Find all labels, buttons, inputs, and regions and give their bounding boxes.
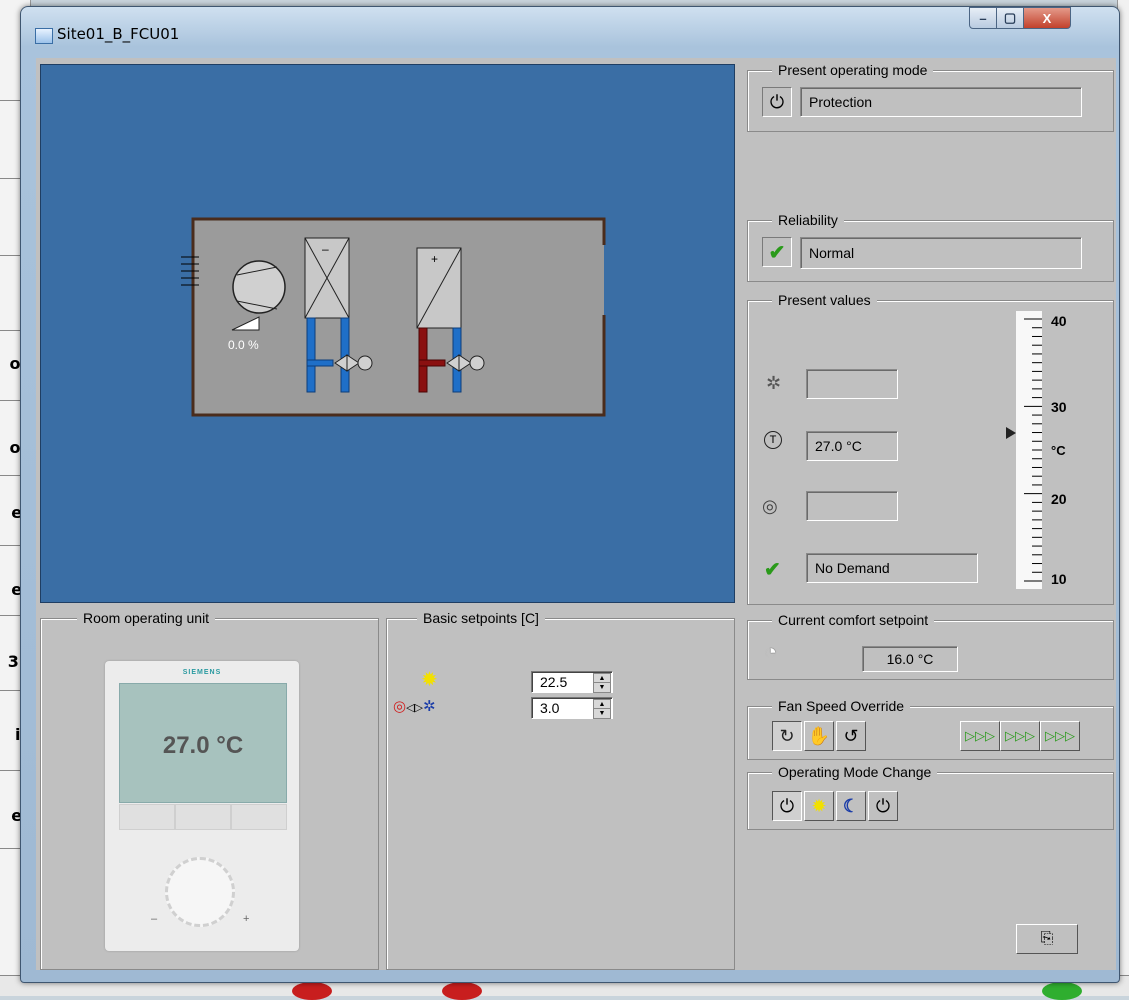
sun-icon: ✹ <box>421 669 438 691</box>
power-icon: ⏻ <box>875 795 891 816</box>
heating-icon: ◎ <box>393 698 407 715</box>
device-button-right[interactable] <box>231 804 287 830</box>
device-minus-label: – <box>151 913 158 925</box>
scale-unit-label: °C <box>1051 443 1066 458</box>
fan-toggle-button[interactable]: ↺ <box>836 721 866 751</box>
reliability-value: Normal <box>800 237 1082 269</box>
thermometer-icon: T <box>764 431 782 449</box>
power-icon: ⏻ <box>762 87 792 117</box>
deadband-input[interactable]: 3.0 ▲ ▼ <box>531 697 613 719</box>
scale-label-40: 40 <box>1051 313 1067 329</box>
comfort-setpoint-group: Current comfort setpoint ◔ 16.0 °C <box>747 612 1114 680</box>
device-plus-label: + <box>243 913 250 925</box>
fan-speed-icon: ▷▷▷ <box>1005 728 1035 743</box>
arrows-icon: ◁▷ <box>406 702 424 714</box>
operating-mode-value: Protection <box>800 87 1082 117</box>
dialog-client-area: 0.0 % – + Present operating mode ⏻ Prote… <box>36 58 1116 970</box>
room-unit-group: Room operating unit SIEMENS 27.0 °C – + <box>40 610 379 970</box>
scale-label-20: 20 <box>1051 491 1067 507</box>
close-button[interactable]: X <box>1023 7 1071 29</box>
spin-down-button[interactable]: ▼ <box>593 682 611 693</box>
device-display-temperature: 27.0 °C <box>162 732 244 759</box>
fcu-diagram: 0.0 % – + <box>181 217 606 417</box>
fan-auto-button[interactable]: ↻ <box>772 721 802 751</box>
mode-comfort-button[interactable]: ✹ <box>804 791 834 821</box>
present-values-group: Present values ✲ T 27.0 °C ◎ ✔ No Demand… <box>747 292 1114 605</box>
reliability-title: Reliability <box>772 212 844 228</box>
device-dial[interactable] <box>165 857 235 927</box>
comfort-setpoint-icon: ◔ <box>764 639 778 664</box>
spin-down-button[interactable]: ▼ <box>593 708 611 719</box>
exit-door-icon: ⎘ <box>1040 930 1054 947</box>
comfort-setpoint-value: 16.0 °C <box>862 646 958 672</box>
device-button-left[interactable] <box>119 804 175 830</box>
mode-change-title: Operating Mode Change <box>772 764 938 780</box>
device-button-middle[interactable] <box>175 804 231 830</box>
status-dot-red <box>442 982 482 1000</box>
fan-output-label: 0.0 % <box>228 338 259 352</box>
heating-coil-sign: + <box>431 252 438 266</box>
comfort-setpoint-title: Current comfort setpoint <box>772 612 935 628</box>
temperature-scale <box>1016 311 1042 589</box>
cooling-coil: – <box>304 237 350 319</box>
window-app-icon <box>35 28 53 44</box>
maximize-button[interactable]: ▢ <box>996 7 1024 29</box>
fcu-diagram-panel: 0.0 % – + <box>40 64 735 603</box>
room-unit-title: Room operating unit <box>77 610 216 626</box>
scale-indicator-icon <box>1006 426 1016 439</box>
status-dot-green <box>1042 982 1082 1000</box>
cooling-icon: ✲ <box>766 373 782 393</box>
fan-speed-icon: ▷▷▷ <box>965 728 995 743</box>
setpoints-title: Basic setpoints [C] <box>417 610 545 626</box>
deadband-icons: ◎◁▷✲ <box>393 697 436 715</box>
mode-change-group: Operating Mode Change ⏻ ✹ ☾ ⏻ <box>747 764 1114 830</box>
sun-icon: ✹ <box>811 795 827 816</box>
checkmark-icon: ✔ <box>762 237 792 267</box>
window-title: Site01_B_FCU01 <box>57 25 180 43</box>
heating-icon: ◎ <box>762 496 778 516</box>
room-unit-device: SIEMENS 27.0 °C – + <box>105 661 299 951</box>
fan-icon <box>232 260 286 314</box>
status-dot-red <box>292 982 332 1000</box>
exit-button[interactable]: ⎘ <box>1016 924 1078 954</box>
fan-speed-2-button[interactable]: ▷▷▷ <box>1000 721 1040 751</box>
device-brand: SIEMENS <box>182 669 222 676</box>
fan-override-title: Fan Speed Override <box>772 698 911 714</box>
fan-speed-3-button[interactable]: ▷▷▷ <box>1040 721 1080 751</box>
mode-protection-button[interactable]: ⏻ <box>772 791 802 821</box>
present-values-title: Present values <box>772 292 877 308</box>
fan-speed-1-button[interactable]: ▷▷▷ <box>960 721 1000 751</box>
fan-icon: ↺ <box>843 725 859 746</box>
moon-icon: ☾ <box>842 795 860 816</box>
mode-economy-button[interactable]: ☾ <box>836 791 866 821</box>
fan-auto-icon: ↻ <box>779 725 795 746</box>
checkmark-icon: ✔ <box>764 559 781 581</box>
cooling-value <box>806 369 898 399</box>
scale-label-30: 30 <box>1051 399 1067 415</box>
reliability-group: Reliability ✔ Normal <box>747 212 1114 282</box>
device-display: 27.0 °C <box>119 683 287 803</box>
unit-casing <box>193 219 604 415</box>
heating-coil: + <box>416 247 462 329</box>
fan-speed-icon: ▷▷▷ <box>1045 728 1075 743</box>
mode-off-button[interactable]: ⏻ <box>868 791 898 821</box>
minimize-button[interactable]: – <box>969 7 997 29</box>
cooling-icon: ✲ <box>423 698 436 715</box>
operating-mode-group: Present operating mode ⏻ Protection <box>747 62 1114 132</box>
cooling-coil-sign: – <box>322 242 329 256</box>
demand-value: No Demand <box>806 553 978 583</box>
power-icon: ⏻ <box>779 795 795 816</box>
fan-override-group: Fan Speed Override ↻ ✋ ↺ ▷▷▷ ▷▷▷ ▷▷▷ <box>747 698 1114 760</box>
deadband-input-value: 3.0 <box>540 700 560 716</box>
comfort-setpoint-input[interactable]: 22.5 ▲ ▼ <box>531 671 613 693</box>
comfort-setpoint-input-value: 22.5 <box>540 674 568 690</box>
setpoints-group: Basic setpoints [C] ✹ 22.5 ▲ ▼ ◎◁▷✲ 3.0 … <box>386 610 735 970</box>
temperature-value: 27.0 °C <box>806 431 898 461</box>
temperature-scale-ticks <box>1024 318 1042 582</box>
fan-manual-button[interactable]: ✋ <box>804 721 834 751</box>
hand-icon: ✋ <box>807 725 831 746</box>
operating-mode-title: Present operating mode <box>772 62 934 78</box>
scale-label-10: 10 <box>1051 571 1067 587</box>
heating-value <box>806 491 898 521</box>
